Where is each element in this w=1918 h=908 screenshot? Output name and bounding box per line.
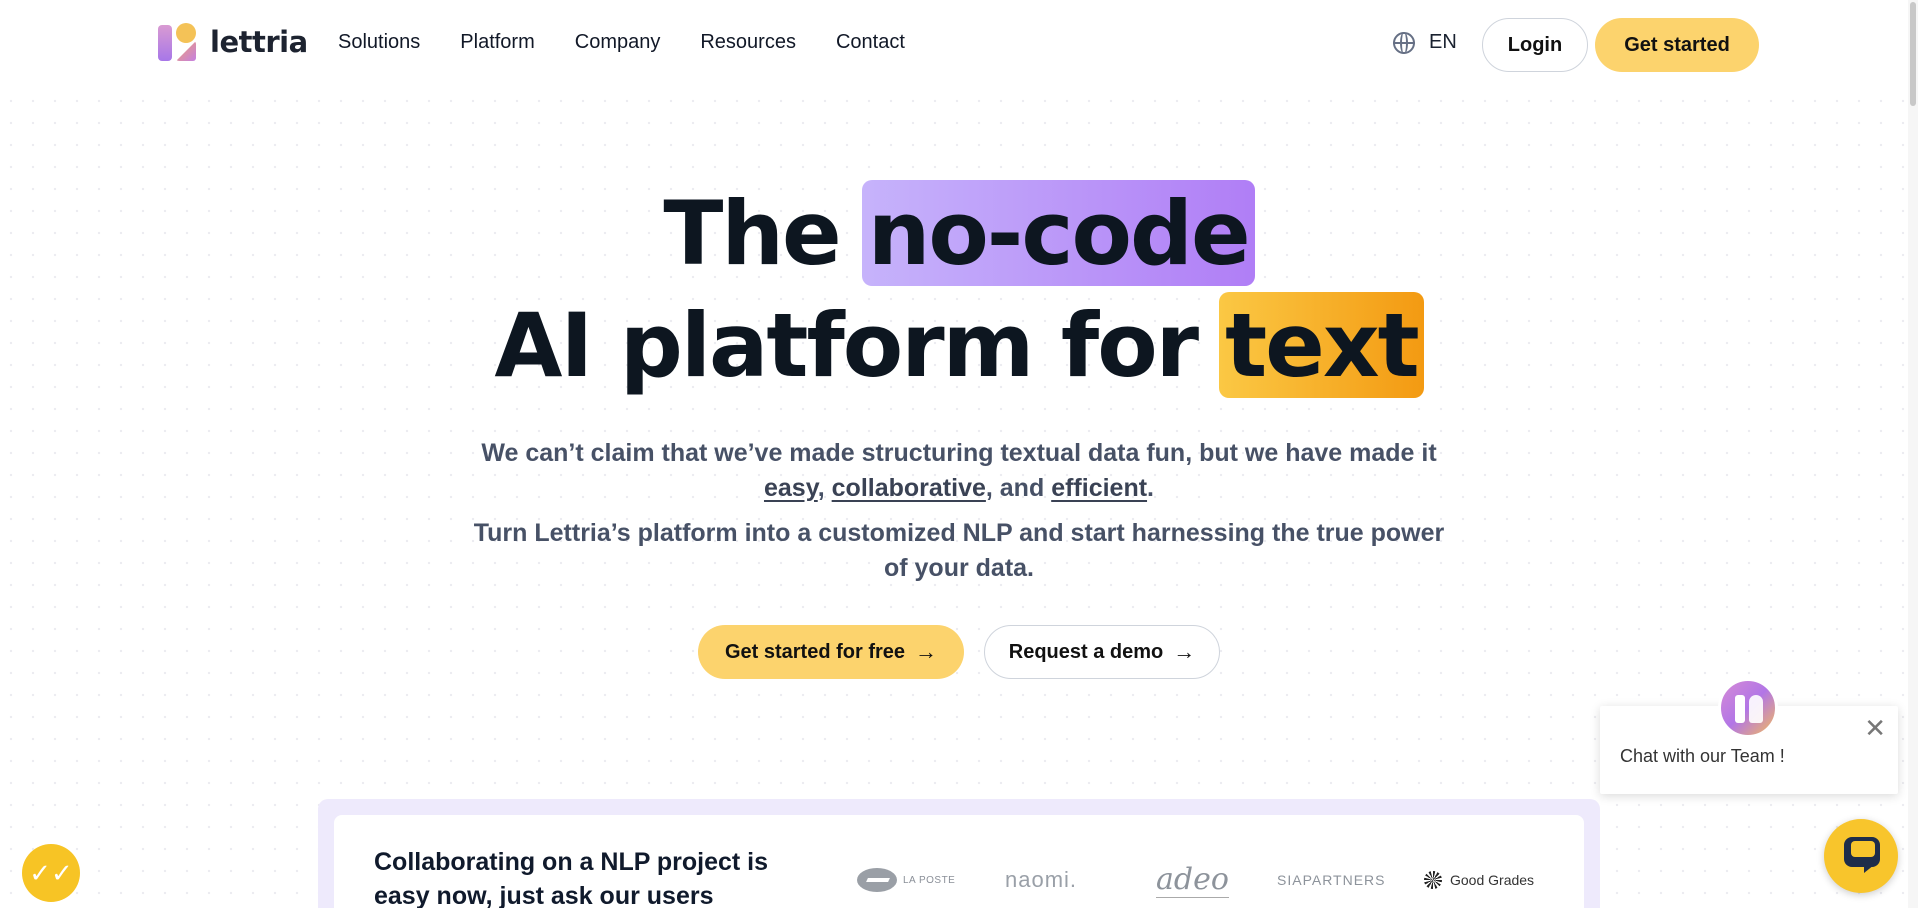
- cookie-consent-button[interactable]: ✓✓: [22, 844, 80, 902]
- chat-launcher-button[interactable]: [1824, 819, 1898, 893]
- hero-line-2: AI platform for text: [0, 292, 1918, 398]
- hero-subtitle-1: We can’t claim that we’ve made structuri…: [459, 436, 1459, 506]
- language-label: EN: [1429, 31, 1457, 53]
- logo-good-grades: Good Grades: [1424, 862, 1534, 898]
- good-grades-logo-icon: [1424, 871, 1442, 889]
- lettria-logo-icon: [158, 23, 196, 61]
- nav-contact[interactable]: Contact: [836, 31, 905, 54]
- hero-highlight-no-code: no-code: [861, 180, 1255, 286]
- logo-text: lettria: [210, 25, 308, 59]
- la-poste-text: LA POSTE: [903, 874, 956, 886]
- logo[interactable]: lettria: [158, 22, 308, 62]
- good-grades-text: Good Grades: [1450, 872, 1535, 888]
- hero-highlight-text: text: [1219, 292, 1424, 398]
- link-easy[interactable]: easy: [764, 474, 818, 502]
- chat-message: Chat with our Team !: [1620, 746, 1785, 766]
- logo-siapartners: SIAPARTNERS: [1277, 872, 1386, 888]
- hero-subtitle-2: Turn Lettria’s platform into a customize…: [473, 519, 1445, 582]
- login-button[interactable]: Login: [1482, 18, 1588, 72]
- cta-free-label: Get started for free: [724, 640, 906, 663]
- la-poste-logo-icon: [857, 868, 897, 892]
- subtitle-text: We can’t claim that we’ve made structuri…: [481, 439, 1437, 467]
- nav-platform[interactable]: Platform: [460, 31, 534, 54]
- hero-line2-prefix: AI platform for: [494, 293, 1199, 397]
- link-efficient[interactable]: efficient: [1051, 474, 1147, 502]
- logos-band-text: Collaborating on a NLP project is easy n…: [374, 848, 769, 908]
- link-collaborative[interactable]: collaborative: [832, 474, 986, 502]
- hero-line-1: The no-code: [0, 180, 1918, 286]
- subtitle-separator: ,: [817, 474, 832, 502]
- scrollbar-thumb[interactable]: [1910, 2, 1916, 106]
- get-started-button[interactable]: Get started: [1595, 18, 1759, 72]
- nav-resources[interactable]: Resources: [700, 31, 796, 54]
- main-nav: Solutions Platform Company Resources Con…: [338, 31, 905, 54]
- close-icon[interactable]: ✕: [1864, 715, 1886, 741]
- logo-adeo: adeo: [1156, 861, 1229, 898]
- language-selector[interactable]: EN: [1393, 31, 1457, 54]
- arrow-right-icon: →: [1173, 639, 1196, 664]
- nav-solutions[interactable]: Solutions: [338, 31, 420, 54]
- request-demo-button[interactable]: Request a demo →: [984, 625, 1220, 679]
- logo-la-poste: LA POSTE: [857, 862, 955, 898]
- arrow-right-icon: →: [915, 639, 938, 664]
- site-header: lettria Solutions Platform Company Resou…: [0, 0, 1918, 90]
- subtitle-period: .: [1147, 474, 1154, 502]
- scrollbar[interactable]: [1908, 0, 1918, 908]
- checkmarks-icon: ✓✓: [29, 857, 73, 888]
- globe-icon: [1393, 31, 1415, 54]
- logo-naomi: naomi.: [1005, 867, 1078, 892]
- cta-demo-label: Request a demo: [1008, 640, 1164, 663]
- nav-company[interactable]: Company: [575, 31, 661, 54]
- hero-line1-prefix: The: [663, 181, 841, 285]
- chat-avatar: [1718, 678, 1778, 738]
- subtitle-separator: , and: [985, 474, 1052, 502]
- get-started-free-button[interactable]: Get started for free →: [698, 625, 964, 679]
